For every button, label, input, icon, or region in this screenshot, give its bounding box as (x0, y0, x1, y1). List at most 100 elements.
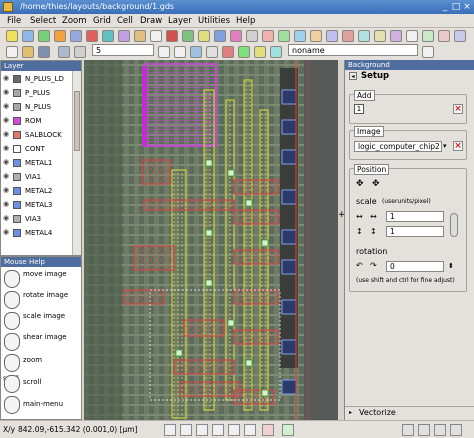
layer-row[interactable]: ◉ P_PLUS (1, 86, 71, 100)
layout-canvas[interactable] (84, 60, 338, 420)
select-tool-icon[interactable] (6, 30, 18, 42)
layer-row[interactable]: ◉ ROM (1, 114, 71, 128)
view-toggle-icon[interactable] (196, 424, 208, 436)
cut-tool-icon[interactable] (166, 30, 178, 42)
expand-icon[interactable]: ▸ (349, 409, 352, 416)
cell-up-icon[interactable] (254, 46, 266, 58)
menu-select[interactable]: Select (30, 16, 56, 26)
menu-file[interactable]: File (7, 16, 21, 26)
eye-icon[interactable]: ◉ (3, 173, 10, 180)
zoom-select-icon[interactable] (206, 46, 218, 58)
drc-toggle-icon[interactable] (262, 424, 274, 436)
lock-toggle-icon[interactable] (282, 424, 294, 436)
image-select[interactable]: logic_computer_chip2 (354, 141, 442, 152)
layer-row[interactable]: ◉ SALBLOCK (1, 128, 71, 142)
cell-browse-icon[interactable] (422, 46, 434, 58)
menu-utilities[interactable]: Utilities (198, 16, 230, 26)
eye-icon[interactable]: ◉ (3, 131, 10, 138)
eye-icon[interactable]: ◉ (3, 187, 10, 194)
rotation-input[interactable]: 0 (386, 261, 444, 272)
layer-toggle-icon[interactable] (228, 424, 240, 436)
eye-icon[interactable]: ◉ (3, 75, 10, 82)
move-tool-icon[interactable] (134, 30, 146, 42)
cell-name-field[interactable]: noname (288, 44, 418, 56)
text-tool-icon[interactable] (70, 30, 82, 42)
grid-tool-icon[interactable] (422, 30, 434, 42)
scale-lock-icon[interactable] (450, 213, 458, 237)
menu-zoom[interactable]: Zoom (62, 16, 87, 26)
new-file-icon[interactable] (6, 46, 18, 58)
copy-tool-icon[interactable] (150, 30, 162, 42)
print-icon[interactable] (58, 46, 70, 58)
cell-toggle-icon[interactable] (244, 424, 256, 436)
rotate-cw-icon[interactable]: ↷ (370, 261, 377, 270)
ungroup-tool-icon[interactable] (294, 30, 306, 42)
zoom-fit-icon[interactable] (190, 46, 202, 58)
group-tool-icon[interactable] (278, 30, 290, 42)
eye-icon[interactable]: ◉ (3, 89, 10, 96)
layer-row[interactable]: ◉ VIA3 (1, 212, 71, 226)
drc-tool-icon[interactable] (438, 30, 450, 42)
info-toggle-icon[interactable] (212, 424, 224, 436)
layer-row[interactable]: ◉ METAL1 (1, 156, 71, 170)
eye-icon[interactable]: ◉ (3, 145, 10, 152)
layer-row[interactable]: ◉ N_PLUS (1, 100, 71, 114)
polygon-tool-icon[interactable] (38, 30, 50, 42)
rotate-tool-icon[interactable] (214, 30, 226, 42)
move-arrows-icon[interactable]: ✥ (356, 179, 364, 189)
circle-tool-icon[interactable] (86, 30, 98, 42)
remove-icon[interactable]: × (453, 104, 463, 114)
cut-icon[interactable] (74, 46, 86, 58)
open-file-icon[interactable] (22, 46, 34, 58)
boolean-tool-icon[interactable] (342, 30, 354, 42)
settings-status-icon[interactable] (450, 424, 462, 436)
snap-tool-icon[interactable] (326, 30, 338, 42)
scale-x-input[interactable]: 1 (386, 211, 444, 222)
delete-image-icon[interactable]: × (453, 141, 463, 151)
layer-row[interactable]: ◉ CONT (1, 142, 71, 156)
merge-tool-icon[interactable] (182, 30, 194, 42)
add-image-icon[interactable]: 1 (354, 104, 364, 114)
extract-tool-icon[interactable] (454, 30, 466, 42)
cell-down-icon[interactable] (270, 46, 282, 58)
layer-scrollbar[interactable] (72, 71, 81, 255)
zoom-status-icon[interactable] (434, 424, 446, 436)
layer-row[interactable]: ◉ METAL3 (1, 198, 71, 212)
label-tool-icon[interactable] (390, 30, 402, 42)
size-tool-icon[interactable] (358, 30, 370, 42)
chevron-down-icon[interactable]: ▾ (443, 142, 447, 150)
measure-tool-icon[interactable] (246, 30, 258, 42)
maximize-icon[interactable]: □ (451, 2, 461, 12)
flip-tool-icon[interactable] (230, 30, 242, 42)
align-tool-icon[interactable] (310, 30, 322, 42)
menu-grid[interactable]: Grid (93, 16, 111, 26)
menu-cell[interactable]: Cell (117, 16, 133, 26)
path-tool-icon[interactable] (54, 30, 66, 42)
zoom-out-icon[interactable] (174, 46, 186, 58)
vectorize-section[interactable]: ▸ Vectorize (345, 406, 474, 418)
layer-row[interactable]: ◉ METAL4 (1, 226, 71, 240)
eye-icon[interactable]: ◉ (3, 159, 10, 166)
grid-toggle-icon[interactable] (164, 424, 176, 436)
mirror-tool-icon[interactable] (198, 30, 210, 42)
fill-tool-icon[interactable] (374, 30, 386, 42)
eye-icon[interactable]: ◉ (3, 215, 10, 222)
array-tool-icon[interactable] (118, 30, 130, 42)
spin-arrows-icon[interactable]: ⬍ (448, 262, 454, 270)
background-tab[interactable]: Background (345, 60, 474, 70)
eye-icon[interactable]: ◉ (3, 229, 10, 236)
measure-status-icon[interactable] (418, 424, 430, 436)
scroll-thumb[interactable] (74, 91, 80, 151)
layer-row[interactable]: ◉ METAL2 (1, 184, 71, 198)
ruler-tool-icon[interactable] (406, 30, 418, 42)
minimize-icon[interactable]: _ (440, 2, 450, 12)
width-field[interactable]: 5 (92, 44, 154, 56)
layer-down-icon[interactable] (238, 46, 250, 58)
menu-layer[interactable]: Layer (168, 16, 192, 26)
zoom-in-icon[interactable] (158, 46, 170, 58)
collapse-icon[interactable]: ◂ (349, 72, 357, 80)
cellref-tool-icon[interactable] (102, 30, 114, 42)
rotate-ccw-icon[interactable]: ↶ (356, 261, 363, 270)
scale-y-input[interactable]: 1 (386, 226, 444, 237)
eye-icon[interactable]: ◉ (3, 117, 10, 124)
